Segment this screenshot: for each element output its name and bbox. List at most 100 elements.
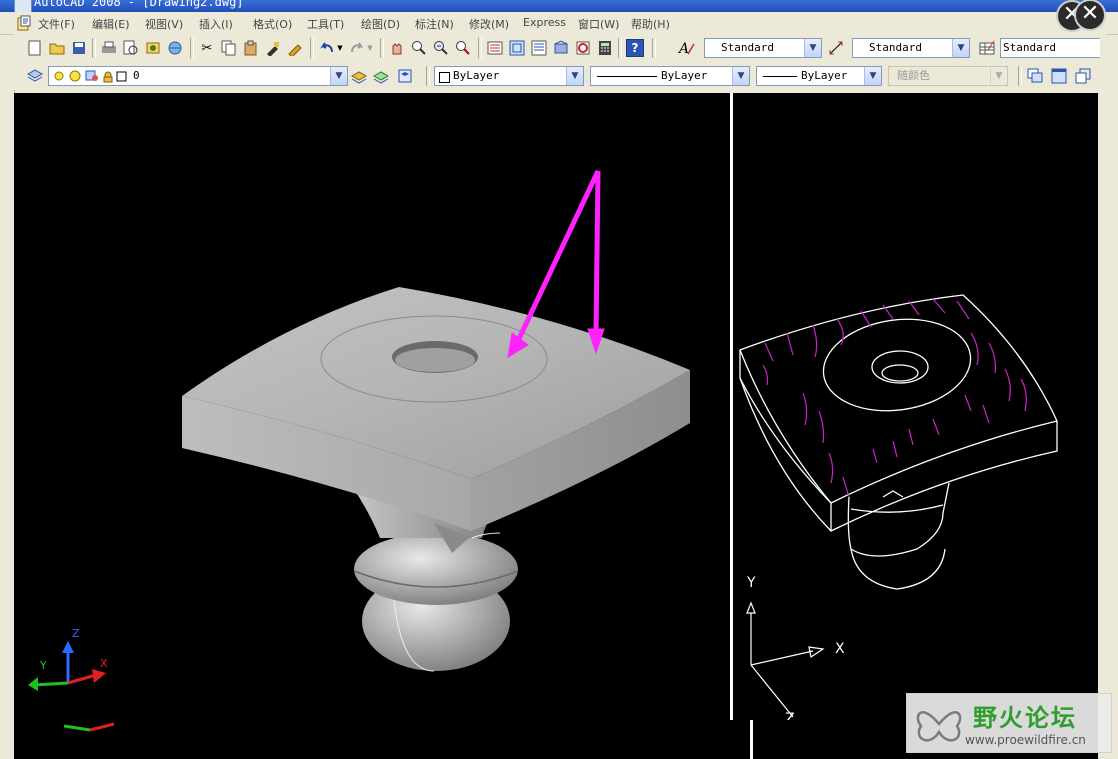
sphere-middle <box>354 533 518 605</box>
toolbar-separator <box>652 38 656 58</box>
publish-web-icon[interactable] <box>166 39 184 57</box>
menu-bar: 文件(F) 编辑(E) 视图(V) 插入(I) 格式(O) 工具(T) 绘图(D… <box>0 12 1118 35</box>
copy-icon[interactable] <box>220 39 238 57</box>
dimension-style-icon[interactable] <box>828 39 846 57</box>
viewport-shaded-3d[interactable]: Z X Y <box>14 93 730 720</box>
zoom-realtime-icon[interactable] <box>410 39 428 57</box>
text-style-select[interactable]: Standard ▼ <box>704 38 822 58</box>
wireframe-model-view: Y X Z <box>739 294 1058 720</box>
chevron-down-icon[interactable]: ▼ <box>330 67 347 85</box>
toolbar-separator <box>310 38 314 58</box>
dimension-style-value: Standard <box>869 41 922 54</box>
menu-format[interactable]: 格式(O) <box>253 16 292 32</box>
menu-file[interactable]: 文件(F) <box>38 16 75 32</box>
color-value: ByLayer <box>453 69 500 82</box>
help-icon[interactable]: ? <box>626 39 644 57</box>
menu-tools[interactable]: 工具(T) <box>307 16 344 32</box>
ucs-icon-bottom <box>63 722 115 732</box>
linetype-sample <box>597 76 657 77</box>
svg-text:A: A <box>678 41 689 56</box>
window-title: AutoCAD 2008 - [Drawing2.dwg] <box>34 0 244 9</box>
properties-icon[interactable] <box>486 39 504 57</box>
menu-edit[interactable]: 编辑(E) <box>92 16 130 32</box>
viewport-wireframe[interactable]: Y X Z <box>733 93 1098 720</box>
menu-express[interactable]: Express <box>523 16 566 29</box>
markup-set-manager-icon[interactable] <box>574 39 592 57</box>
design-center-icon[interactable] <box>508 39 526 57</box>
plot-preview-icon[interactable] <box>122 39 140 57</box>
color-control-select[interactable]: ByLayer ▼ <box>434 66 584 86</box>
toolbar-separator <box>190 38 194 58</box>
maximize-window-icon[interactable] <box>1050 67 1068 85</box>
lineweight-sample <box>763 76 797 77</box>
cut-icon[interactable]: ✂ <box>198 39 216 57</box>
plot-style-value: 随颜色 <box>897 69 930 82</box>
quickcalc-icon[interactable] <box>596 39 614 57</box>
chevron-down-icon[interactable]: ▼ <box>732 67 749 85</box>
chevron-down-icon[interactable]: ▼ <box>336 39 344 57</box>
menu-window[interactable]: 窗口(W) <box>578 16 619 32</box>
chevron-down-icon[interactable]: ▼ <box>566 67 583 85</box>
chevron-down-icon: ▼ <box>990 67 1007 85</box>
toolbar-separator <box>380 38 384 58</box>
ucs-y-label: Y <box>39 659 47 672</box>
layer-manager-icon[interactable] <box>26 67 44 85</box>
layer-current-value: 0 <box>133 69 140 82</box>
paste-icon[interactable] <box>242 39 260 57</box>
table-style-select[interactable]: Standard <box>1000 38 1100 58</box>
ucs-icon <box>746 601 825 718</box>
lineweight-control-select[interactable]: ByLayer ▼ <box>756 66 882 86</box>
new-file-icon[interactable] <box>26 39 44 57</box>
open-file-icon[interactable] <box>48 39 66 57</box>
drawing-document-icon[interactable] <box>16 15 32 31</box>
zoom-previous-icon[interactable] <box>454 39 472 57</box>
ucs-z-label: Z <box>785 711 795 720</box>
chevron-down-icon[interactable]: ▼ <box>864 67 881 85</box>
tool-palettes-icon[interactable] <box>530 39 548 57</box>
sheet-set-manager-icon[interactable] <box>552 39 570 57</box>
linetype-control-select[interactable]: ByLayer ▼ <box>590 66 750 86</box>
menu-view[interactable]: 视图(V) <box>145 16 183 32</box>
cascade-windows-icon[interactable] <box>1026 67 1044 85</box>
menu-help[interactable]: 帮助(H) <box>631 16 670 32</box>
right-dock-strip <box>1098 93 1118 759</box>
toolbar-separator <box>1018 66 1022 86</box>
ucs-icon: Z X Y <box>28 627 108 691</box>
redo-icon[interactable] <box>348 39 366 57</box>
undo-icon[interactable] <box>318 39 336 57</box>
wireframe-plate <box>739 294 1058 590</box>
publish-icon[interactable] <box>144 39 162 57</box>
toolbar-separator <box>618 38 622 58</box>
title-bar: AutoCAD 2008 - [Drawing2.dwg] <box>0 0 1118 12</box>
menu-dimension[interactable]: 标注(N) <box>415 16 454 32</box>
text-style-icon[interactable]: A <box>678 39 696 57</box>
close-icon[interactable]: ✕ <box>1074 0 1106 31</box>
menu-draw[interactable]: 绘图(D) <box>361 16 400 32</box>
chevron-down-icon[interactable]: ▼ <box>804 39 821 57</box>
ucs-x-label: X <box>835 641 845 657</box>
menu-modify[interactable]: 修改(M) <box>469 16 509 32</box>
make-object-layer-current-icon[interactable] <box>350 67 368 85</box>
match-properties-icon[interactable] <box>264 39 282 57</box>
save-icon[interactable] <box>70 39 88 57</box>
standard-toolbar: ✂ ▼ ▼ ? A Standard ▼ Standard ▼ Standard <box>14 34 1106 63</box>
block-editor-icon[interactable] <box>286 39 304 57</box>
layer-states-manager-icon[interactable] <box>396 67 414 85</box>
table-style-icon[interactable] <box>978 39 996 57</box>
layer-state-icons <box>54 70 127 83</box>
plot-icon[interactable] <box>100 39 118 57</box>
menu-insert[interactable]: 插入(I) <box>199 16 233 32</box>
zoom-window-icon[interactable] <box>432 39 450 57</box>
layer-previous-icon[interactable] <box>372 67 390 85</box>
restore-window-icon[interactable] <box>1074 67 1092 85</box>
forum-watermark: 野火论坛 www.proewildfire.cn <box>906 693 1112 753</box>
layer-select[interactable]: 0 ▼ <box>48 66 348 86</box>
ucs-x-label: X <box>100 657 108 670</box>
lineweight-value: ByLayer <box>801 69 848 82</box>
autocad-app-icon <box>14 0 32 12</box>
pan-icon[interactable] <box>388 39 406 57</box>
layers-properties-toolbar: 0 ▼ ByLayer ▼ ByLayer ▼ ByLayer ▼ 随颜色 ▼ <box>14 62 1106 90</box>
chevron-down-icon[interactable]: ▼ <box>366 39 374 57</box>
chevron-down-icon[interactable]: ▼ <box>952 39 969 57</box>
dimension-style-select[interactable]: Standard ▼ <box>852 38 970 58</box>
